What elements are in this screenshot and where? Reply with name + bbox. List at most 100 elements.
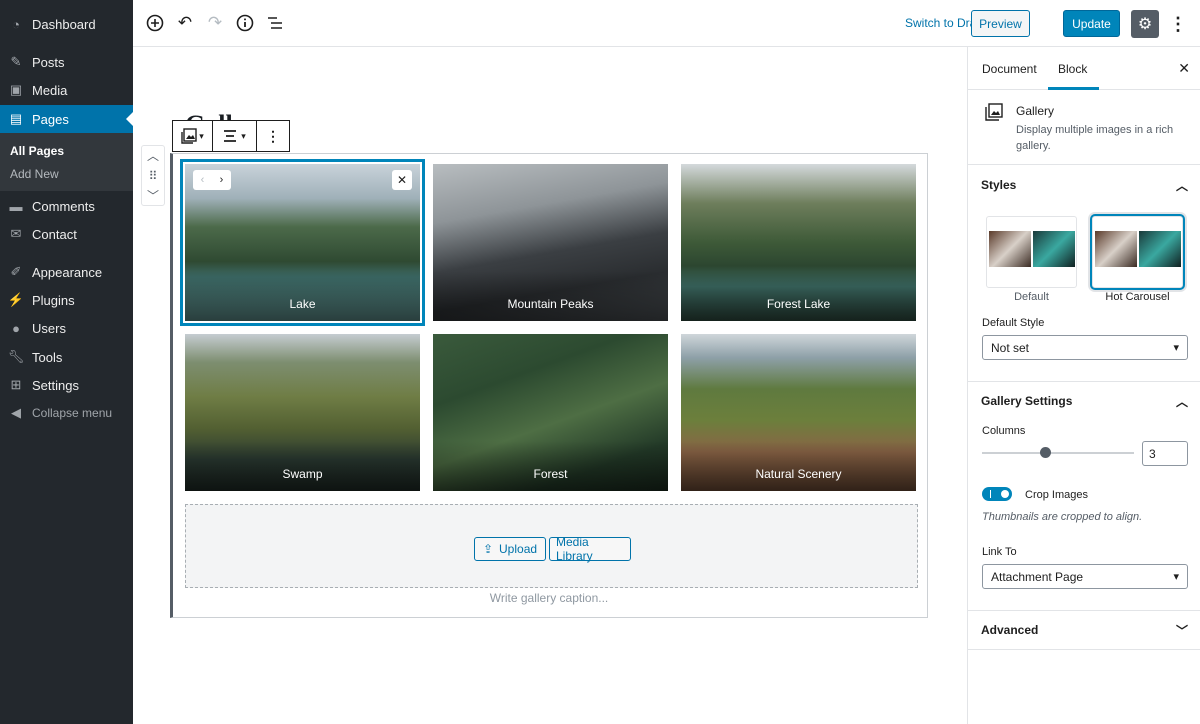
media-icon: ▣ [9,82,23,97]
redo-icon[interactable]: ↷ [204,12,226,34]
upload-button[interactable]: ⇪ Upload [474,537,546,561]
tab-block[interactable]: Block [1047,62,1100,90]
gallery-image-tile[interactable]: Natural Scenery [681,334,916,491]
menu-contact[interactable]: ✉ Contact [0,220,133,248]
menu-settings[interactable]: ⊞ Settings [0,371,133,399]
remove-image-icon[interactable]: ✕ [392,170,412,190]
more-options-icon[interactable]: ⋮ [1168,12,1188,36]
style-preview: Hot Carousel [1092,216,1183,303]
menu-collapse-label: Collapse menu [32,406,113,420]
chevron-up-icon: ︿ [1175,178,1188,193]
caret-down-icon: ▾ [199,130,204,141]
close-icon[interactable]: ✕ [1178,60,1190,77]
preview-image [1095,231,1137,267]
move-down-icon[interactable]: ﹀ [142,186,164,206]
image-caption[interactable]: Forest [433,441,668,491]
drag-handle-icon[interactable]: ⠿ [142,166,164,186]
gallery-caption-field[interactable]: Write gallery caption... [173,591,925,605]
preview-button[interactable]: Preview [971,10,1030,37]
update-button[interactable]: Update [1063,10,1120,37]
pages-icon: ▤ [9,111,23,126]
block-type-switcher[interactable]: ▾ [173,121,213,151]
styles-panel-toggle[interactable]: Styles ︿ [968,166,1200,204]
advanced-panel-toggle[interactable]: Advanced ﹀ [968,611,1200,649]
gallery-image-tile[interactable]: Mountain Peaks [433,164,668,321]
image-caption[interactable]: Lake [185,271,420,321]
menu-appearance[interactable]: ✐ Appearance [0,258,133,286]
menu-plugins-label: Plugins [32,292,75,308]
gallery-block[interactable]: ‹ › ✕ Lake Mountain Peaks Forest Lake Sw… [170,153,928,618]
move-left-icon[interactable]: ‹ [193,170,212,190]
chevron-down-icon: ▾ [1173,342,1179,354]
crop-images-label: Crop Images [1025,489,1088,501]
block-card: Gallery Display multiple images in a ric… [968,91,1200,165]
editor-canvas: Gallery ︿ ⠿ ﹀ ▾ ▾ ⋮ ‹ › ✕ [133,47,967,724]
gallery-image-tile[interactable]: Forest Lake [681,164,916,321]
menu-posts[interactable]: ✎ Posts [0,48,133,76]
link-to-select[interactable]: Attachment Page ▾ [982,564,1188,589]
image-move-controls: ‹ › [193,170,231,190]
block-more-icon[interactable]: ⋮ [257,121,289,151]
style-option-default[interactable]: Default [986,216,1077,303]
submenu-add-new[interactable]: Add New [10,167,59,181]
info-icon[interactable] [234,12,256,34]
block-navigation-icon[interactable] [264,12,286,34]
submenu-all-pages[interactable]: All Pages [10,144,64,158]
gallery-image-tile[interactable]: Swamp [185,334,420,491]
style-option-hot-carousel[interactable]: Hot Carousel [1092,216,1183,303]
upload-button-label: Upload [499,542,538,556]
settings-sidebar: Document Block ✕ Gallery Display multipl… [967,47,1200,724]
menu-comments[interactable]: ▬ Comments [0,192,133,220]
dashboard-icon: ◔ [12,16,20,32]
menu-users[interactable]: ● Users [0,314,133,342]
media-library-button[interactable]: Media Library [549,535,631,563]
menu-plugins[interactable]: ⚡ Plugins [0,286,133,314]
gallery-image-tile[interactable]: Forest [433,334,668,491]
pages-submenu: All Pages Add New [0,133,133,191]
block-name: Gallery [1016,104,1055,118]
sidebar-tabs: Document Block ✕ [968,47,1200,90]
editor-screen: ◔ Dashboard ✎ Posts ▣ Media ▤ Pages All … [0,0,1200,724]
preview-image [1033,231,1075,267]
menu-posts-label: Posts [32,54,65,70]
image-caption[interactable]: Forest Lake [681,271,916,321]
menu-appearance-label: Appearance [32,264,103,280]
menu-pages-label: Pages [32,111,69,127]
chevron-up-icon: ︿ [1175,394,1188,409]
default-style-label: Default Style [982,317,1045,329]
gallery-settings-panel-toggle[interactable]: Gallery Settings ︿ [968,382,1200,420]
plugin-icon: ⚡ [7,292,25,307]
menu-contact-label: Contact [32,226,77,242]
add-block-icon[interactable] [144,12,166,34]
tab-document[interactable]: Document [982,62,1037,76]
image-caption[interactable]: Mountain Peaks [433,271,668,321]
settings-sliders-icon: ⊞ [10,377,22,392]
user-icon: ● [12,320,20,336]
menu-media[interactable]: ▣ Media [0,76,133,104]
move-right-icon[interactable]: › [212,170,231,190]
block-description: Display multiple images in a rich galler… [1016,124,1174,152]
default-style-value: Not set [991,340,1030,355]
image-caption[interactable]: Natural Scenery [681,441,916,491]
menu-pages[interactable]: ▤ Pages [0,105,133,133]
menu-collapse[interactable]: ◀ Collapse menu [0,399,133,427]
gallery-image-tile[interactable]: ‹ › ✕ Lake [180,159,425,326]
menu-tools[interactable]: 🔧︎ Tools [0,343,133,371]
menu-dashboard[interactable]: ◔ Dashboard [0,10,133,38]
divider [968,649,1200,650]
image-caption[interactable]: Swamp [185,441,420,491]
crop-images-help: Thumbnails are cropped to align. [982,511,1143,523]
default-style-select[interactable]: Not set ▾ [982,335,1188,360]
crop-images-toggle[interactable] [982,487,1012,501]
admin-menu: ◔ Dashboard ✎ Posts ▣ Media ▤ Pages All … [0,0,133,724]
undo-icon[interactable]: ↶ [174,12,196,34]
columns-slider-track[interactable] [982,452,1134,454]
columns-input[interactable]: 3 [1142,441,1188,466]
gallery-settings-title: Gallery Settings [981,394,1073,408]
move-up-icon[interactable]: ︿ [142,146,164,166]
preview-image [1139,231,1181,267]
comment-icon: ▬ [9,198,23,214]
settings-gear-icon[interactable]: ⚙ [1131,10,1159,38]
columns-slider-handle[interactable] [1040,447,1051,458]
align-button[interactable]: ▾ [213,121,257,151]
